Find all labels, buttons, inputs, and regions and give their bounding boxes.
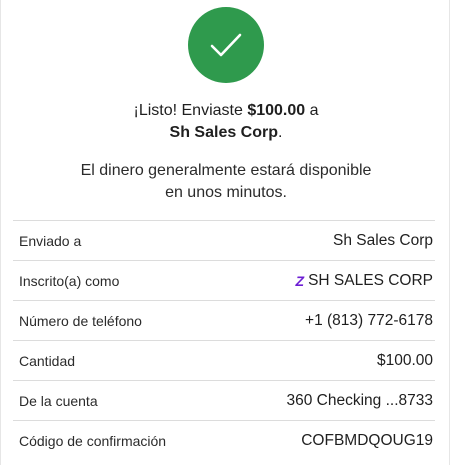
detail-row-confirmation-code: Código de confirmación COFBMDQOUG19 bbox=[13, 421, 435, 461]
detail-row-from-account: De la cuenta 360 Checking ...8733 bbox=[13, 381, 435, 421]
detail-label: Cantidad bbox=[19, 352, 76, 369]
availability-line-1: El dinero generalmente estará disponible bbox=[80, 162, 372, 179]
detail-label: Número de teléfono bbox=[19, 312, 142, 329]
detail-row-sent-to: Enviado a Sh Sales Corp bbox=[13, 221, 435, 261]
detail-label: Código de confirmación bbox=[19, 433, 167, 449]
transfer-details-list: Enviado a Sh Sales Corp Inscrito(a) como… bbox=[13, 220, 435, 461]
detail-value: COFBMDQOUG19 bbox=[301, 432, 433, 449]
detail-label: De la cuenta bbox=[19, 392, 98, 409]
zelle-icon: Z bbox=[295, 272, 305, 289]
detail-value: 360 Checking ...8733 bbox=[286, 391, 434, 409]
success-checkmark-icon bbox=[188, 7, 264, 83]
headline-end: . bbox=[278, 124, 283, 141]
headline-amount: $100.00 bbox=[247, 102, 306, 119]
detail-row-phone-number: Número de teléfono +1 (813) 772-6178 bbox=[13, 301, 435, 341]
headline-mid: a bbox=[305, 102, 319, 119]
availability-message: El dinero generalmente estará disponible… bbox=[1, 160, 450, 204]
detail-value: SH SALES CORP bbox=[308, 271, 433, 289]
detail-row-amount: Cantidad $100.00 bbox=[13, 341, 435, 381]
detail-value: +1 (813) 772-6178 bbox=[305, 311, 433, 329]
detail-label: Inscrito(a) como bbox=[19, 272, 120, 289]
detail-value: $100.00 bbox=[376, 351, 433, 369]
detail-value-wrapper: Z SH SALES CORP bbox=[296, 272, 433, 290]
headline-recipient: Sh Sales Corp bbox=[169, 124, 279, 141]
detail-value: Sh Sales Corp bbox=[333, 231, 433, 249]
availability-line-2: en unos minutos. bbox=[165, 184, 287, 201]
confirmation-headline: ¡Listo! Enviaste $100.00 a Sh Sales Corp… bbox=[1, 100, 450, 144]
headline-prefix: ¡Listo! Enviaste bbox=[133, 102, 248, 119]
detail-label: Enviado a bbox=[19, 232, 82, 249]
payment-confirmation-screen: ¡Listo! Enviaste $100.00 a Sh Sales Corp… bbox=[0, 0, 450, 465]
detail-row-enrolled-as: Inscrito(a) como Z SH SALES CORP bbox=[13, 261, 435, 301]
checkmark-icon bbox=[210, 33, 242, 57]
